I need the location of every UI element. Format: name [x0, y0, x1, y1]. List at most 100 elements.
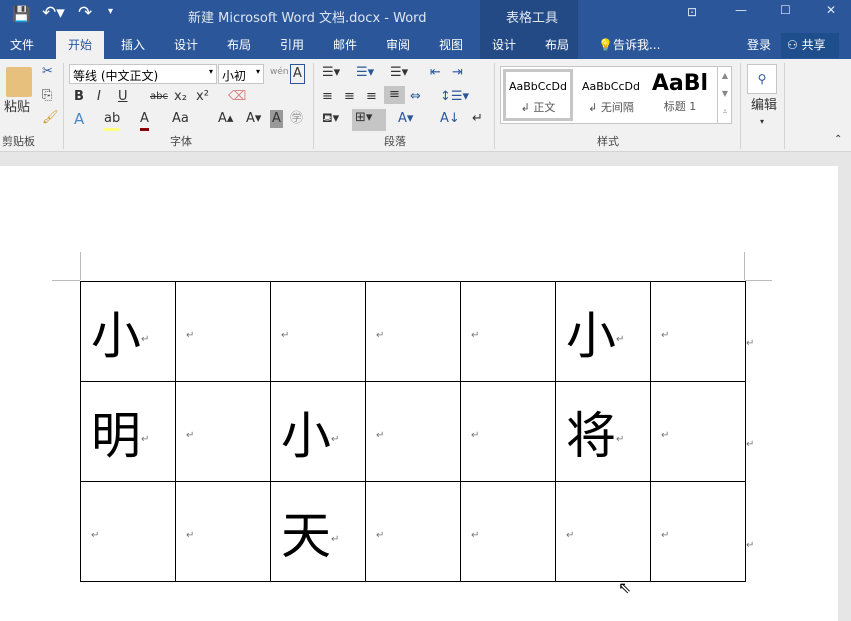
text-direction-icon[interactable]: A▾ — [398, 110, 413, 128]
table-cell[interactable]: ↵ — [555, 481, 651, 582]
table-cell[interactable]: 小↵ — [555, 281, 651, 382]
highlight-icon[interactable]: ab — [104, 110, 121, 131]
undo-icon[interactable]: ↶▾ — [42, 3, 65, 23]
tab-insert[interactable]: 插入 — [121, 36, 145, 53]
multilevel-list-icon[interactable]: ☰▾ — [390, 64, 408, 82]
table-cell[interactable]: ↵ — [175, 481, 271, 582]
table-cell[interactable]: ↵ — [650, 381, 746, 482]
table-cell[interactable]: ↵ — [650, 481, 746, 582]
paragraph-mark: ↵ — [331, 533, 340, 545]
tell-me[interactable]: 💡告诉我... — [598, 36, 660, 53]
document-table[interactable]: 小↵ ↵ ↵ ↵ ↵ 小↵ ↵ 明↵ ↵ 小↵ ↵ ↵ 将↵ ↵ ↵ ↵ 天↵ ↵ ↵ ↵ ↵ — [80, 281, 746, 582]
justify-icon[interactable]: ≡ — [384, 86, 405, 104]
subscript-button[interactable]: x₂ — [174, 88, 187, 106]
shrink-font-icon[interactable]: A▾ — [246, 110, 261, 128]
table-cell[interactable]: 明↵ — [80, 381, 176, 482]
font-color-icon[interactable]: A — [140, 110, 149, 131]
ribbon-display-icon[interactable]: ⊡ — [687, 5, 697, 19]
lightbulb-icon: 💡 — [598, 38, 613, 52]
strikethrough-button[interactable]: abc — [150, 88, 168, 106]
tab-file[interactable]: 文件 — [10, 36, 34, 53]
show-marks-icon[interactable]: ↵ — [472, 110, 483, 128]
tab-mailings[interactable]: 邮件 — [333, 36, 357, 53]
font-name-select[interactable]: 等线 (中文正文) ▾ — [69, 64, 217, 84]
tab-table-design[interactable]: 设计 — [492, 36, 516, 53]
styles-scroll[interactable]: ▲ ▼ ⩡ — [717, 67, 732, 123]
tab-layout[interactable]: 布局 — [227, 36, 251, 53]
character-border-icon[interactable]: A — [290, 64, 305, 84]
table-cell[interactable]: ↵ — [460, 481, 556, 582]
bold-button[interactable]: B — [74, 88, 84, 106]
maximize-icon[interactable]: ☐ — [780, 3, 791, 17]
table-cell[interactable]: ↵ — [650, 281, 746, 382]
style-heading1[interactable]: AaBl 标题 1 — [649, 69, 711, 121]
share-button[interactable]: ⚇ 共享 — [781, 33, 839, 58]
tab-design[interactable]: 设计 — [174, 36, 198, 53]
paste-button[interactable]: 粘贴 — [4, 99, 30, 117]
italic-button[interactable]: I — [97, 88, 101, 106]
table-cell[interactable]: 小↵ — [80, 281, 176, 382]
enclose-characters-icon[interactable]: ㊫ — [290, 110, 303, 128]
table-cell[interactable]: 天↵ — [270, 481, 366, 582]
align-center-icon[interactable]: ≡ — [344, 88, 355, 106]
font-size-select[interactable]: 小初 ▾ — [218, 64, 264, 84]
title-bar: 💾 ↶▾ ↷ ▾ 新建 Microsoft Word 文档.docx - Wor… — [0, 0, 851, 31]
table-cell[interactable]: ↵ — [460, 381, 556, 482]
tab-view[interactable]: 视图 — [439, 36, 463, 53]
grow-font-icon[interactable]: A▴ — [218, 110, 233, 128]
bullets-icon[interactable]: ☰▾ — [322, 64, 340, 82]
table-cell[interactable]: 将↵ — [555, 381, 651, 482]
table-row: 小↵ ↵ ↵ ↵ ↵ 小↵ ↵ — [80, 281, 746, 382]
copy-icon[interactable]: ⎘ — [42, 87, 52, 105]
phonetic-guide-icon[interactable]: wén — [270, 63, 289, 81]
table-cell[interactable]: ↵ — [365, 381, 461, 482]
collapse-ribbon-icon[interactable]: ⌃ — [834, 131, 842, 149]
table-cell[interactable]: ↵ — [80, 481, 176, 582]
save-icon[interactable]: 💾 — [12, 5, 31, 23]
end-of-row-mark: ↵ — [746, 540, 755, 551]
numbering-icon[interactable]: ☰▾ — [356, 64, 374, 82]
sort-icon[interactable]: A↓ — [440, 110, 460, 128]
table-cell[interactable]: ↵ — [460, 281, 556, 382]
line-spacing-icon[interactable]: ↕☰▾ — [440, 88, 469, 106]
table-cell[interactable]: ↵ — [365, 281, 461, 382]
align-left-icon[interactable]: ≡ — [322, 88, 333, 106]
redo-icon[interactable]: ↷ — [78, 3, 92, 23]
align-right-icon[interactable]: ≡ — [366, 88, 377, 106]
table-cell[interactable]: ↵ — [175, 381, 271, 482]
table-cell[interactable]: ↵ — [365, 481, 461, 582]
tab-references[interactable]: 引用 — [280, 36, 304, 53]
increase-indent-icon[interactable]: ⇥ — [452, 64, 463, 82]
vertical-scrollbar[interactable] — [838, 152, 851, 621]
editing-dropdown-icon[interactable]: ▾ — [760, 113, 764, 131]
underline-button[interactable]: U — [118, 88, 128, 106]
table-cell[interactable]: ↵ — [175, 281, 271, 382]
find-icon[interactable]: ⚲ — [747, 64, 777, 94]
shading-icon[interactable]: ⛾▾ — [322, 110, 339, 128]
table-cell[interactable]: ↵ — [270, 281, 366, 382]
style-no-spacing[interactable]: AaBbCcDd ↲ 无间隔 — [576, 69, 646, 121]
tab-review[interactable]: 审阅 — [386, 36, 410, 53]
tab-home[interactable]: 开始 — [56, 31, 105, 59]
tab-table-layout[interactable]: 布局 — [545, 36, 569, 53]
login-link[interactable]: 登录 — [747, 36, 771, 53]
paragraph-mark: ↵ — [661, 529, 670, 541]
borders-icon[interactable]: ⊞▾ — [352, 109, 386, 131]
style-normal[interactable]: AaBbCcDd ↲ 正文 — [503, 69, 573, 121]
superscript-button[interactable]: x² — [196, 88, 209, 106]
format-painter-icon[interactable]: 🖌 — [42, 109, 59, 127]
group-styles: 样式 — [597, 135, 619, 148]
table-cell[interactable]: 小↵ — [270, 381, 366, 482]
change-case-button[interactable]: Aa — [172, 110, 189, 128]
paragraph-mark: ↵ — [331, 433, 340, 445]
cut-icon[interactable]: ✂ — [42, 63, 53, 81]
clear-formatting-icon[interactable]: ⌫ — [228, 88, 246, 106]
paste-icon[interactable] — [6, 67, 32, 97]
distributed-icon[interactable]: ⇔ — [410, 88, 421, 106]
text-effects-icon[interactable]: A — [74, 110, 84, 128]
character-shading-icon[interactable]: A — [270, 110, 283, 128]
decrease-indent-icon[interactable]: ⇤ — [430, 64, 441, 82]
customize-qat-icon[interactable]: ▾ — [108, 6, 113, 17]
close-icon[interactable]: ✕ — [826, 3, 836, 17]
minimize-icon[interactable]: — — [735, 3, 747, 17]
